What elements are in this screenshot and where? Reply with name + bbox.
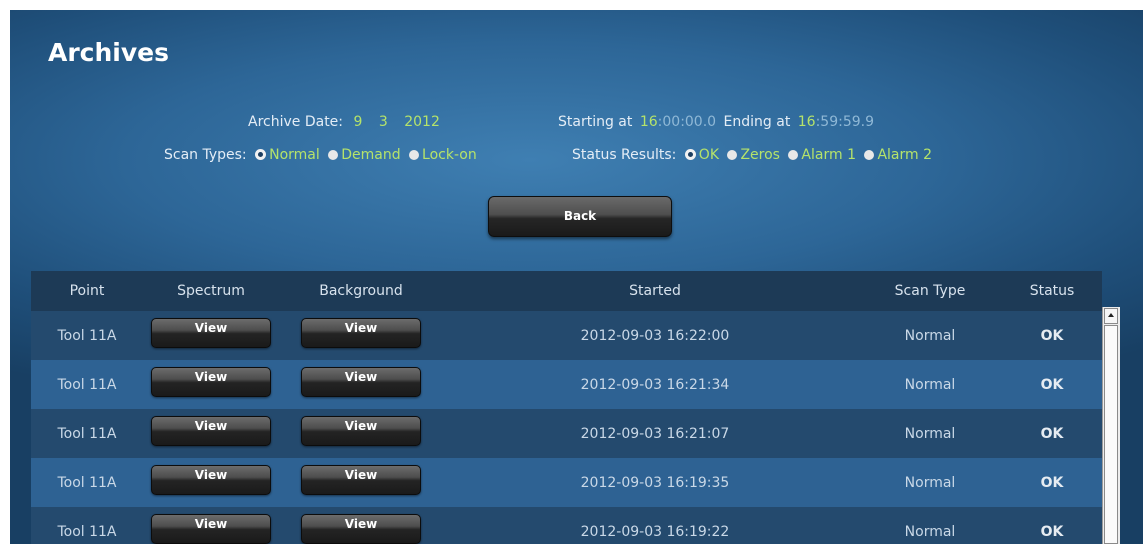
background-view-button[interactable]: View: [301, 513, 421, 544]
end-time-rest: :59:59.9: [815, 114, 875, 130]
background-view-button[interactable]: View: [301, 317, 421, 348]
row-scan-type: Normal: [904, 474, 956, 491]
spectrum-view-button[interactable]: View: [151, 317, 271, 348]
spectrum-view-button[interactable]: View: [151, 464, 271, 495]
radio-alarm-2[interactable]: [864, 150, 875, 160]
archive-date-label: Archive Date:: [248, 114, 344, 130]
radio-lock-on[interactable]: [409, 150, 420, 160]
ending-label: Ending at: [723, 114, 791, 130]
row-started: 2012-09-03 16:21:34: [580, 376, 730, 393]
spectrum-view-button[interactable]: View: [151, 513, 271, 544]
scan-types-label: Scan Types:: [164, 147, 247, 163]
status-ok-option[interactable]: OK: [699, 147, 719, 163]
table-row: Tool 11A View View 2012-09-03 16:19:35 N…: [31, 458, 1102, 507]
scrollbar-thumb[interactable]: [1104, 325, 1118, 544]
spectrum-view-button[interactable]: View: [151, 366, 271, 397]
status-zeros-option[interactable]: Zeros: [740, 147, 780, 163]
row-status: OK: [1040, 327, 1064, 344]
row-scan-type: Normal: [904, 327, 956, 344]
table-row: Tool 11A View View 2012-09-03 16:19:22 N…: [31, 507, 1102, 544]
table-row: Tool 11A View View 2012-09-03 16:22:00 N…: [31, 311, 1102, 360]
archive-table: Point Spectrum Background Started Scan T…: [31, 271, 1102, 544]
page-title: Archives: [48, 38, 169, 67]
row-status: OK: [1040, 376, 1064, 393]
radio-normal[interactable]: [255, 149, 267, 160]
starting-label: Starting at: [558, 114, 633, 130]
row-point: Tool 11A: [57, 376, 117, 393]
archive-date-row: Archive Date: 9 3 2012: [248, 114, 440, 130]
end-hour[interactable]: 16: [798, 114, 816, 130]
spectrum-view-button[interactable]: View: [151, 415, 271, 446]
row-scan-type: Normal: [904, 425, 956, 442]
row-status: OK: [1040, 523, 1064, 540]
row-point: Tool 11A: [57, 327, 117, 344]
row-started: 2012-09-03 16:19:35: [580, 474, 730, 491]
radio-demand[interactable]: [328, 150, 339, 160]
table-row: Tool 11A View View 2012-09-03 16:21:34 N…: [31, 360, 1102, 409]
table-scrollbar[interactable]: [1102, 307, 1120, 544]
radio-ok[interactable]: [684, 149, 696, 160]
back-button[interactable]: Back: [488, 196, 672, 237]
table-row: Tool 11A View View 2012-09-03 16:21:07 N…: [31, 409, 1102, 458]
row-status: OK: [1040, 474, 1064, 491]
row-status: OK: [1040, 425, 1064, 442]
table-header: Point Spectrum Background Started Scan T…: [31, 271, 1102, 311]
header-spectrum: Spectrum: [177, 283, 245, 299]
status-results-row: Status Results: OK Zeros Alarm 1 Alarm 2: [572, 147, 936, 163]
row-point: Tool 11A: [57, 523, 117, 540]
archives-panel: Archives Archive Date: 9 3 2012 Starting…: [10, 10, 1143, 544]
radio-alarm-1[interactable]: [788, 150, 799, 160]
header-started: Started: [629, 283, 681, 299]
scan-type-normal[interactable]: Normal: [269, 147, 320, 163]
start-hour[interactable]: 16: [640, 114, 658, 130]
background-view-button[interactable]: View: [301, 366, 421, 397]
start-time-rest: :00:00.0: [657, 114, 717, 130]
row-started: 2012-09-03 16:19:22: [580, 523, 730, 540]
scan-type-demand[interactable]: Demand: [341, 147, 400, 163]
row-started: 2012-09-03 16:22:00: [580, 327, 730, 344]
background-view-button[interactable]: View: [301, 464, 421, 495]
status-alarm-2-option[interactable]: Alarm 2: [877, 147, 932, 163]
header-scan-type: Scan Type: [894, 283, 966, 299]
header-status: Status: [1029, 283, 1075, 299]
row-scan-type: Normal: [904, 523, 956, 540]
row-scan-type: Normal: [904, 376, 956, 393]
scan-type-lock-on[interactable]: Lock-on: [422, 147, 477, 163]
header-background: Background: [319, 283, 403, 299]
status-alarm-1-option[interactable]: Alarm 1: [801, 147, 856, 163]
background-view-button[interactable]: View: [301, 415, 421, 446]
archive-year[interactable]: 2012: [404, 114, 440, 130]
row-point: Tool 11A: [57, 425, 117, 442]
radio-zeros[interactable]: [727, 150, 738, 160]
row-point: Tool 11A: [57, 474, 117, 491]
header-point: Point: [69, 283, 105, 299]
scan-types-row: Scan Types: Normal Demand Lock-on: [164, 147, 481, 163]
status-results-label: Status Results:: [572, 147, 677, 163]
archive-month[interactable]: 9: [353, 114, 362, 130]
archive-day[interactable]: 3: [379, 114, 388, 130]
time-range-row: Starting at 16:00:00.0 Ending at 16:59:5…: [558, 114, 874, 130]
scroll-up-arrow-icon[interactable]: [1104, 308, 1118, 324]
row-started: 2012-09-03 16:21:07: [580, 425, 730, 442]
